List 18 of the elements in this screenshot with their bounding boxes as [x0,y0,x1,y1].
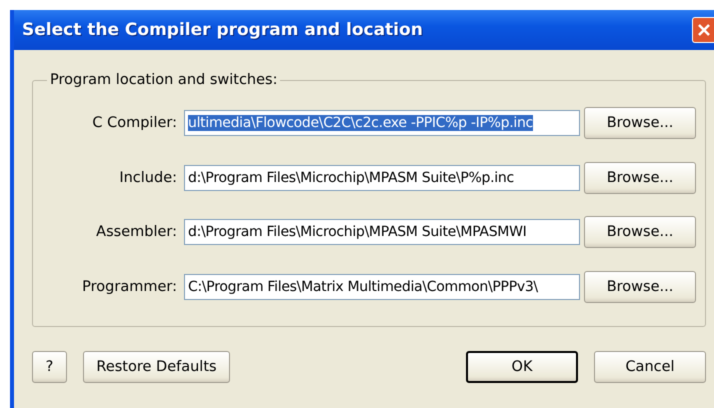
restore-defaults-button[interactable]: Restore Defaults [83,351,230,383]
field-label: Assembler: [95,224,178,240]
field-label: Include: [118,170,178,186]
field-label: C Compiler: [91,115,178,132]
browse-button[interactable]: Browse... [584,107,696,140]
path-field[interactable]: d:\Program Files\Microchip\MPASM Suite\MPASMWI [184,219,580,246]
browse-button[interactable]: Browse... [584,162,696,194]
browse-button[interactable]: Browse... [584,216,696,248]
path-field[interactable]: C:\Program Files\Matrix Multimedia\Common\PPPv3\ [184,274,580,300]
ok-button[interactable]: OK [466,351,578,383]
browse-button[interactable]: Browse... [584,270,696,303]
cancel-button[interactable]: Cancel [594,351,706,383]
help-button[interactable]: ? [32,351,67,383]
field-label: Programmer: [81,278,178,295]
group-legend: Program location and switches: [47,72,280,88]
path-field[interactable]: d:\Program Files\Microchip\MPASM Suite\P%p.inc [184,164,580,191]
window-title: Select the Compiler program and location [22,20,423,40]
path-field[interactable]: ultimedia\Flowcode\C2C\c2c.exe -PPIC%p -IP%p.inc [184,110,580,136]
